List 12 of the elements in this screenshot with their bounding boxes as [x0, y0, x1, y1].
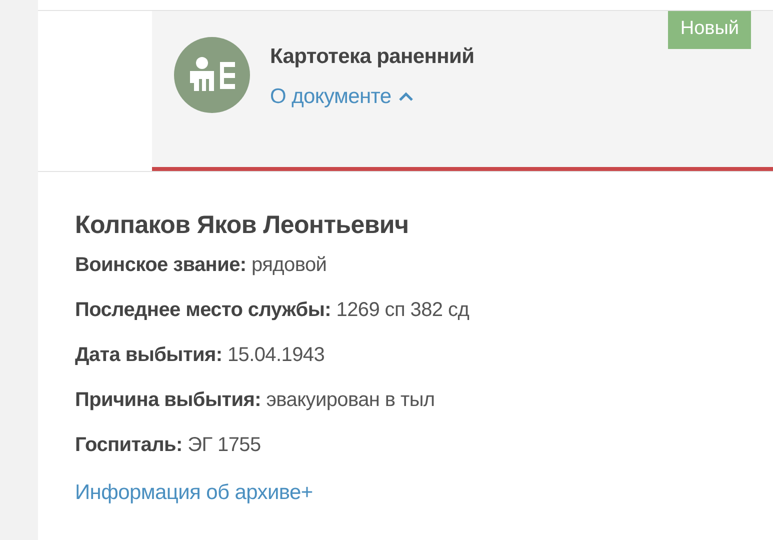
field-row-text: Воинское звание: рядовой — [75, 253, 328, 278]
field-row-text: Последнее место службы: 1269 сп 382 сд — [75, 298, 470, 323]
caret-icon — [399, 92, 414, 101]
document-title: Картотека раненний — [270, 44, 474, 70]
field-row-text: Причина выбытия: эвакуирован в тыл — [75, 388, 436, 413]
document-icon — [174, 37, 250, 113]
field-row-text: Дата выбытия: 15.04.1943 — [75, 343, 326, 368]
person-name: Колпаков Яков Леонтьевич — [75, 210, 410, 240]
new-badge: Новый — [668, 11, 751, 48]
field-row-text: Госпиталь: ЭГ 1755 — [75, 433, 262, 458]
archive-info-link[interactable]: Информация об архиве+ — [75, 481, 313, 504]
about-document-link[interactable]: О документе — [270, 80, 414, 112]
